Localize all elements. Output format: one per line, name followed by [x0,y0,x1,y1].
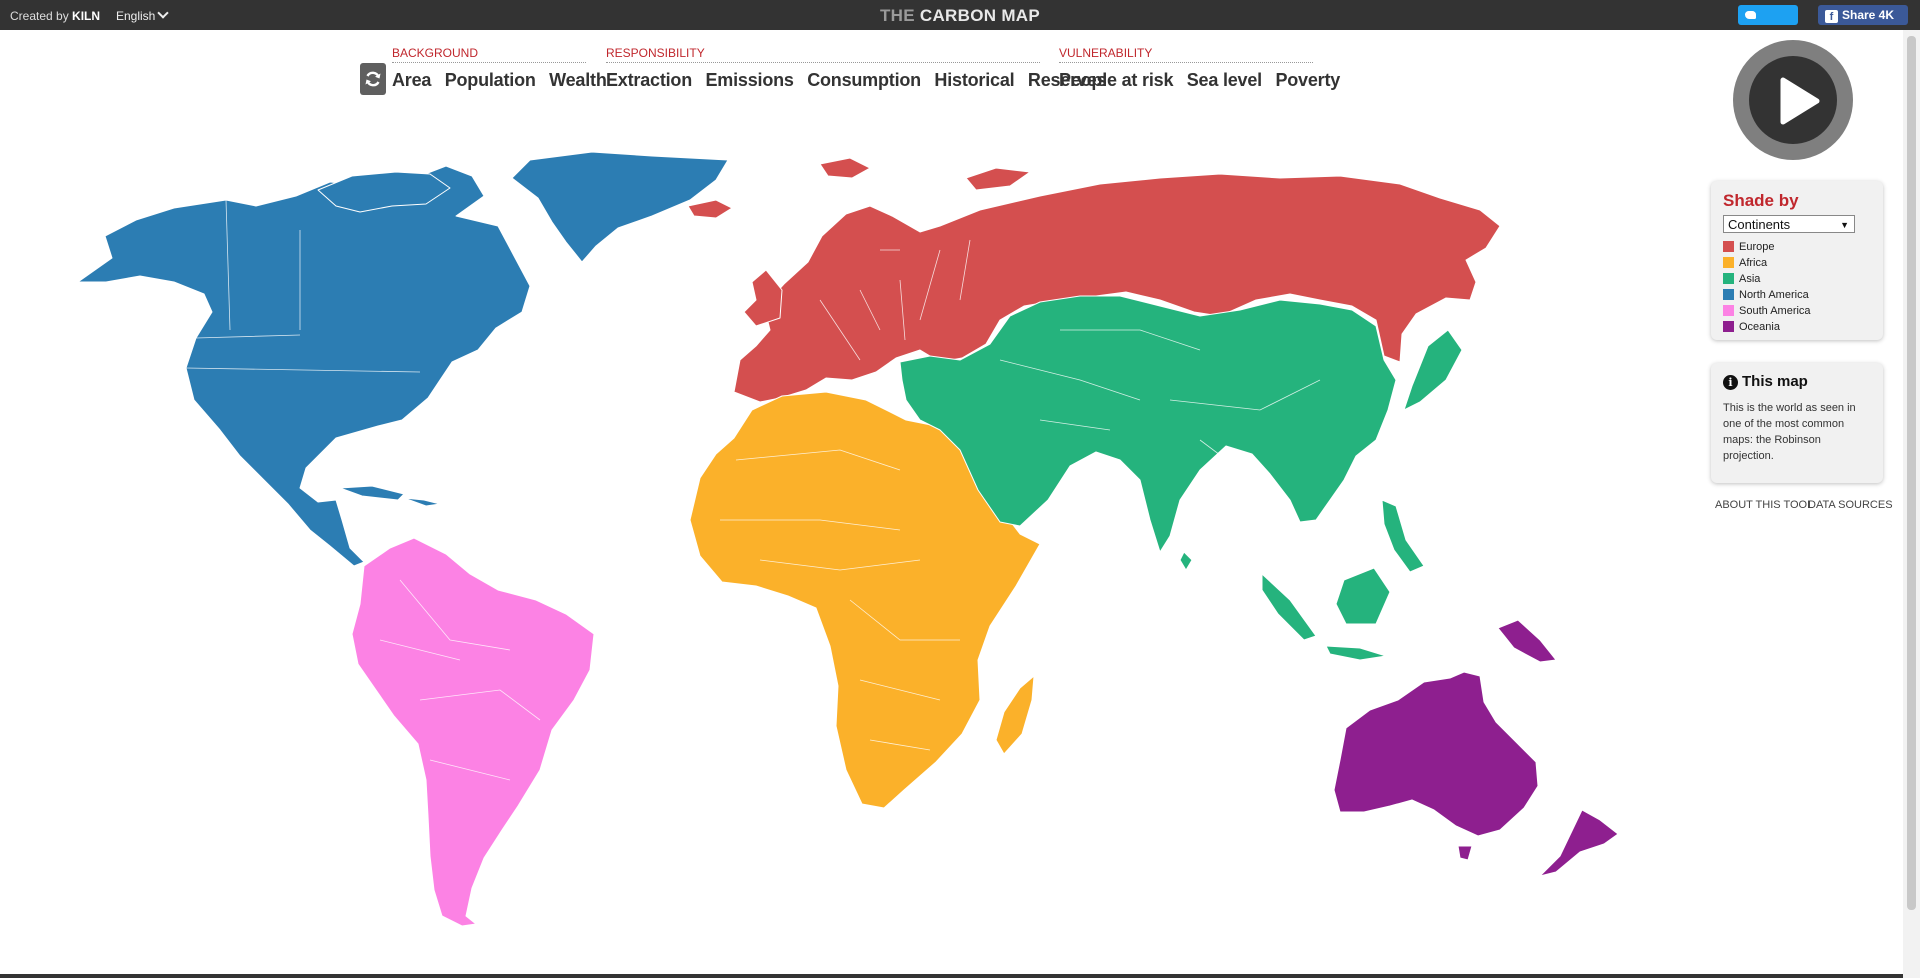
new-zealand-shape[interactable] [1539,809,1619,877]
cuba-shape[interactable] [339,485,405,501]
legend-label: Europe [1739,241,1775,253]
north-america-shape[interactable] [77,165,531,567]
about-link[interactable]: ABOUT THIS TOOL [1715,499,1813,511]
tasmania-shape[interactable] [1457,845,1473,861]
legend-swatch [1723,305,1734,316]
chevron-down-icon [157,7,170,19]
caribbean-shape[interactable] [403,497,441,507]
info-title: i This map [1723,373,1871,390]
legend-item: South America [1723,303,1871,319]
legend-item: Europe [1723,239,1871,255]
uk-shape[interactable] [743,269,783,327]
shade-by-selected: Continents [1728,217,1791,232]
philippines-shape[interactable] [1381,499,1425,573]
info-title-text: This map [1742,373,1808,390]
australia-shape[interactable] [1333,671,1539,837]
legend-label: South America [1739,305,1811,317]
legend: Europe Africa Asia North America South A… [1723,239,1871,335]
info-panel: i This map This is the world as seen in o… [1711,363,1883,483]
legend-item: North America [1723,287,1871,303]
south-america-shape[interactable] [351,537,595,927]
top-bar: Created by KILN English THE CARBON MAP T… [0,0,1920,42]
legend-swatch [1723,289,1734,300]
sumatra-shape[interactable] [1261,573,1317,641]
play-button[interactable] [1733,40,1853,160]
legend-swatch [1723,257,1734,268]
scrollbar[interactable] [1903,30,1920,978]
share-label: Share 4K [1842,8,1895,22]
iceland-shape[interactable] [687,199,733,219]
region-north-america[interactable] [77,151,729,567]
legend-item: Asia [1723,271,1871,287]
facebook-icon: f [1825,10,1838,23]
info-icon: i [1723,375,1738,390]
legend-swatch [1723,273,1734,284]
new-guinea-shape[interactable] [1497,619,1557,663]
region-oceania[interactable] [1333,619,1619,877]
data-sources-link[interactable]: DATA SOURCES [1808,499,1893,511]
world-map[interactable] [0,30,1900,960]
kiln-link[interactable]: KILN [72,9,100,23]
bottom-bar [0,974,1903,978]
twitter-icon [1745,11,1756,19]
shade-by-panel: Shade by Continents ▼ Europe Africa Asia… [1711,181,1883,340]
borneo-shape[interactable] [1335,567,1391,625]
language-selector[interactable]: English [116,7,170,23]
title-prefix: THE [879,6,915,25]
tweet-button[interactable]: Tweet [1738,5,1798,42]
created-by[interactable]: Created by KILN [10,9,100,23]
title-main: CARBON MAP [919,6,1041,25]
facebook-share-button[interactable]: f Share 4K [1818,5,1908,25]
legend-swatch [1723,241,1734,252]
site-title: THE CARBON MAP [0,6,1920,26]
madagascar-shape[interactable] [995,675,1035,755]
shade-by-title: Shade by [1723,191,1799,210]
legend-label: Oceania [1739,321,1780,333]
language-label: English [116,9,156,23]
info-text: This is the world as seen in one of the … [1723,402,1856,462]
dropdown-arrow-icon: ▼ [1840,220,1849,230]
legend-swatch [1723,321,1734,332]
shade-by-select[interactable]: Continents ▼ [1723,215,1855,233]
legend-label: Africa [1739,257,1768,269]
created-by-prefix: Created by [10,9,69,23]
japan-shape[interactable] [1403,329,1463,411]
scrollbar-thumb[interactable] [1907,36,1916,910]
legend-item: Oceania [1723,319,1871,335]
legend-label: Asia [1739,273,1761,285]
novaya-zemlya-shape[interactable] [965,167,1031,191]
legend-item: Africa [1723,255,1871,271]
play-icon [1780,77,1820,125]
legend-label: North America [1739,289,1809,301]
region-south-america[interactable] [351,537,595,927]
play-button-inner [1749,56,1837,144]
java-shape[interactable] [1325,645,1387,661]
sri-lanka-shape[interactable] [1179,551,1193,571]
svalbard-shape[interactable] [819,157,871,179]
